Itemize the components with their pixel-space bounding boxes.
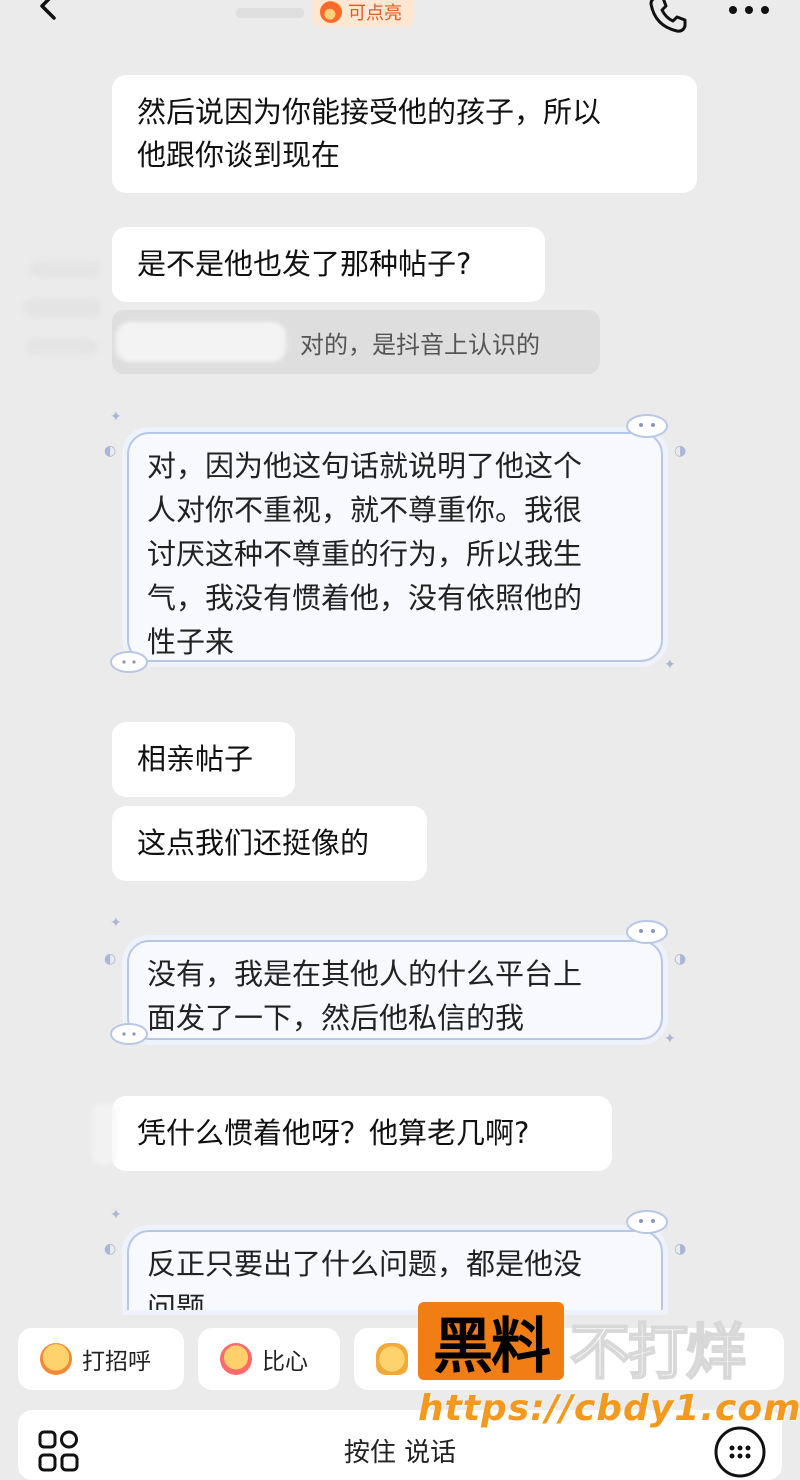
message-received[interactable]: 凭什么惯着他呀？他算老几啊? <box>112 1096 612 1171</box>
message-received[interactable]: 这点我们还挺像的 <box>112 806 427 881</box>
message-line: 人对你不重视，就不尊重你。我很 <box>147 493 583 527</box>
message-line: 面发了一下，然后他私信的我 <box>147 1001 525 1035</box>
message-line: 反正只要出了什么问题，都是他没 <box>147 1247 583 1281</box>
redacted-mark <box>26 340 98 354</box>
redacted-mark <box>22 300 102 316</box>
message-received[interactable]: 然后说因为你能接受他的孩子，所以 他跟你谈到现在 <box>112 75 697 193</box>
watermark-logo-box: 黑料 <box>418 1302 564 1382</box>
message-text: 凭什么惯着他呀？他算老几啊? <box>137 1116 530 1150</box>
sparkle-icon: ◑ <box>674 951 687 967</box>
message-sent[interactable]: 反正只要出了什么问题，都是他没 问题 <box>127 1230 663 1310</box>
cloud-sticker-icon <box>110 651 148 673</box>
sparkle-icon: ✦ <box>110 915 122 931</box>
message-line: 没有，我是在其他人的什么平台上 <box>147 957 583 991</box>
sparkle-icon: ◐ <box>104 1241 117 1257</box>
redacted-mark <box>92 1104 116 1164</box>
cloud-sticker-icon <box>626 414 668 438</box>
cloud-sticker-icon <box>110 1023 148 1045</box>
message-line: 对，因为他这句话就说明了他这个 <box>147 449 583 483</box>
message-line: 气，我没有惯着他，没有依照他的 <box>147 581 583 615</box>
message-line: 他跟你谈到现在 <box>137 138 341 172</box>
sparkle-icon: ◐ <box>104 443 117 459</box>
quoted-reply[interactable]: 对的，是抖音上认识的 <box>112 310 600 374</box>
quoted-text: 对的，是抖音上认识的 <box>300 330 540 359</box>
message-text: 这点我们还挺像的 <box>137 826 370 860</box>
cloud-sticker-icon <box>626 920 668 944</box>
quick-action-label: 打招呼 <box>82 1349 151 1375</box>
chat-header: 可点亮 <box>0 0 800 50</box>
message-received[interactable]: 是不是他也发了那种帖子? <box>112 227 545 302</box>
quoted-redacted <box>116 322 286 362</box>
heart-hand-icon <box>220 1343 252 1375</box>
message-text: 相亲帖子 <box>137 742 254 776</box>
message-received[interactable]: 相亲帖子 <box>112 722 295 797</box>
watermark: 黑料 不打烊 https://cbdy1.com <box>418 1302 800 1442</box>
fire-icon <box>320 1 342 23</box>
message-line: 性子来 <box>147 625 235 659</box>
message-sent[interactable]: 没有，我是在其他人的什么平台上 面发了一下，然后他私信的我 <box>127 940 663 1040</box>
contact-name-area[interactable]: 可点亮 <box>236 0 414 27</box>
back-arrow-icon[interactable] <box>30 0 70 26</box>
message-line: 然后说因为你能接受他的孩子，所以 <box>137 95 602 129</box>
quick-action-greet[interactable]: 打招呼 <box>18 1328 184 1390</box>
more-dots-icon[interactable] <box>725 0 773 20</box>
sparkle-icon: ✦ <box>664 657 676 673</box>
sparkle-icon: ◐ <box>104 951 117 967</box>
sparkle-icon: ✦ <box>110 409 122 425</box>
wave-hand-icon <box>40 1343 72 1375</box>
watermark-url: https://cbdy1.com <box>418 1388 800 1429</box>
message-text: 是不是他也发了那种帖子? <box>137 247 472 281</box>
redacted-mark <box>30 262 100 276</box>
message-sent[interactable]: 对，因为他这句话就说明了他这个 人对你不重视，就不尊重你。我很 讨厌这种不尊重的… <box>127 432 663 662</box>
sparkle-icon: ◑ <box>674 443 687 459</box>
phone-icon[interactable] <box>645 0 689 36</box>
thumbs-up-icon <box>376 1343 408 1375</box>
cloud-sticker-icon <box>626 1210 668 1234</box>
quick-action-label: 比心 <box>262 1349 308 1375</box>
spark-label: 可点亮 <box>348 3 402 24</box>
message-line: 讨厌这种不尊重的行为，所以我生 <box>147 537 583 571</box>
spark-badge[interactable]: 可点亮 <box>312 0 414 27</box>
contact-name-redacted <box>236 8 304 18</box>
sparkle-icon: ✦ <box>110 1207 122 1223</box>
sparkle-icon: ◑ <box>674 1241 687 1257</box>
quick-action-heart[interactable]: 比心 <box>198 1328 340 1390</box>
watermark-text: 不打烊 <box>569 1317 747 1389</box>
sparkle-icon: ✦ <box>664 1031 676 1047</box>
